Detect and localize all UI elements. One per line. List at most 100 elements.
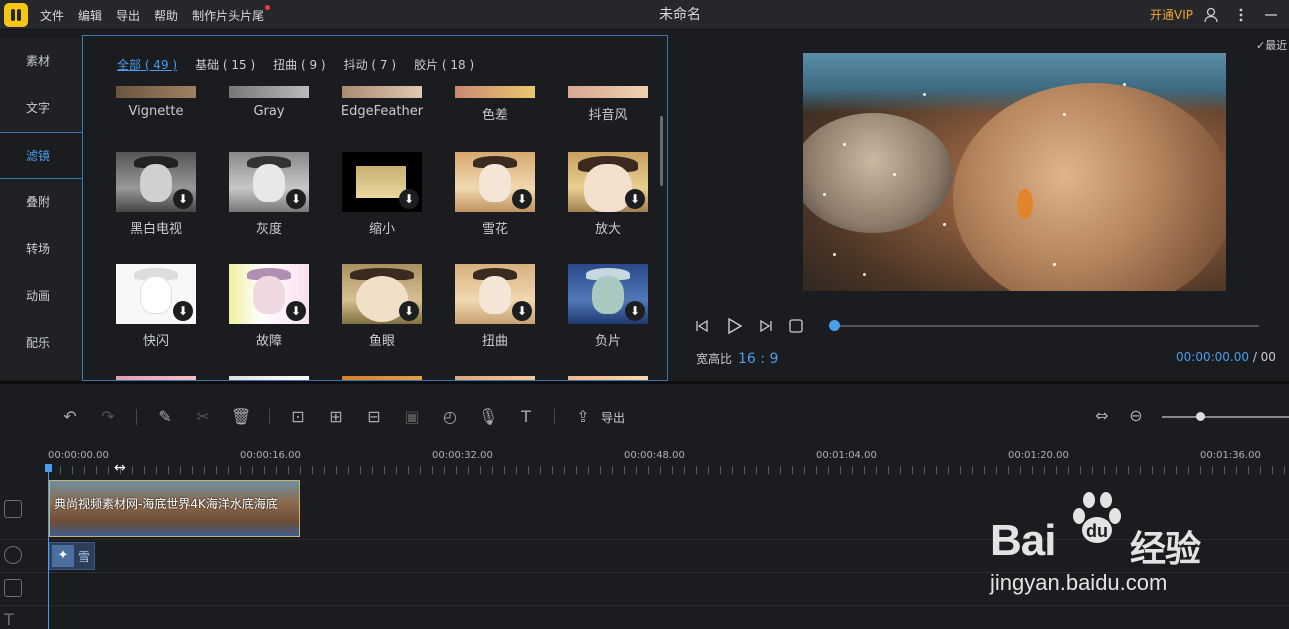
filter-tile-zoom[interactable]: ⬇ 放大: [568, 152, 648, 237]
check-circle-icon: ✓: [1256, 39, 1266, 52]
filter-tile-fisheye[interactable]: ⬇ 鱼眼: [342, 264, 422, 349]
menu-intro-outro-label: 制作片头片尾: [192, 8, 265, 23]
filter-label: 负片: [594, 334, 621, 349]
download-icon[interactable]: ⬇: [286, 301, 306, 321]
sidebar-item-media[interactable]: 素材: [0, 38, 82, 85]
filter-label: 故障: [255, 334, 282, 349]
export-icon: ⇪: [576, 407, 590, 426]
vip-button[interactable]: 开通VIP: [1150, 0, 1193, 30]
menu-edit[interactable]: 编辑: [78, 7, 102, 24]
ruler-label: 00:00:16.00: [240, 450, 301, 461]
download-icon[interactable]: ⬇: [399, 189, 419, 209]
filter-tile-flash[interactable]: ⬇ 快闪: [116, 264, 196, 349]
seek-knob[interactable]: [829, 320, 840, 331]
next-frame-icon[interactable]: [758, 318, 774, 334]
filter-clip[interactable]: ✦ 雪: [49, 542, 95, 570]
sidebar-item-music[interactable]: 配乐: [0, 320, 82, 367]
download-icon[interactable]: ⬇: [512, 189, 532, 209]
magic-wand-icon: ✦: [52, 545, 74, 567]
library-scrollbar[interactable]: [660, 96, 663, 380]
previous-frame-icon[interactable]: [694, 318, 710, 334]
video-track-header: [0, 478, 48, 539]
fit-width-icon[interactable]: ⇔: [1092, 406, 1112, 426]
text-to-speech-icon[interactable]: T: [516, 407, 536, 427]
category-distort[interactable]: 扭曲 ( 9 ): [273, 56, 325, 73]
sidebar-item-overlays[interactable]: 叠附: [0, 179, 82, 226]
download-icon[interactable]: ⬇: [625, 189, 645, 209]
freeze-frame-icon[interactable]: ▣: [402, 407, 422, 427]
film-icon: [4, 579, 22, 597]
filter-tile-grayscale[interactable]: ⬇ 灰度: [229, 152, 309, 237]
speed-clock-icon[interactable]: ◴: [440, 407, 460, 427]
sidebar-item-transitions[interactable]: 转场: [0, 226, 82, 273]
sidebar-item-animations[interactable]: 动画: [0, 273, 82, 320]
filter-circles-icon: [4, 546, 22, 564]
filter-thumbnail: ⬇: [568, 264, 648, 324]
download-icon[interactable]: ⬇: [173, 189, 193, 209]
filter-thumbnail: ⬇: [229, 152, 309, 212]
cut-scissors-icon[interactable]: ✂: [193, 407, 213, 427]
filter-thumb[interactable]: [568, 86, 648, 98]
category-shake[interactable]: 抖动 ( 7 ): [344, 56, 396, 73]
minimize-icon[interactable]: [1263, 7, 1279, 23]
undo-icon[interactable]: ↶: [60, 407, 80, 427]
filter-tile-snow[interactable]: ⬇ 雪花: [455, 152, 535, 237]
time-display: 00:00:00.00 / 00: [1176, 350, 1276, 364]
play-icon[interactable]: [724, 316, 744, 336]
download-icon[interactable]: ⬇: [173, 301, 193, 321]
sidebar-item-text[interactable]: 文字: [0, 85, 82, 132]
svg-text:du: du: [1086, 521, 1108, 541]
download-icon[interactable]: ⬇: [512, 301, 532, 321]
zoom-slider[interactable]: [1162, 412, 1289, 421]
menu-help[interactable]: 帮助: [154, 7, 178, 24]
sidebar-item-filters[interactable]: 滤镜: [0, 132, 82, 179]
menu-file[interactable]: 文件: [40, 7, 64, 24]
mosaic-icon[interactable]: ⊟: [364, 407, 384, 427]
delete-trash-icon[interactable]: 🗑: [231, 407, 251, 427]
panel-divider[interactable]: [0, 381, 1289, 384]
filter-thumb[interactable]: [116, 86, 196, 98]
filter-tile-distort[interactable]: ⬇ 扭曲: [455, 264, 535, 349]
export-button[interactable]: ⇪ 导出: [573, 407, 625, 427]
timeline-ruler[interactable]: 00:00:00.00 00:00:16.00 00:00:32.00 00:0…: [48, 446, 1289, 476]
filter-thumb[interactable]: [342, 86, 422, 98]
download-icon[interactable]: ⬇: [286, 189, 306, 209]
recent-toggle[interactable]: ✓最近: [1256, 37, 1287, 53]
filter-categories: 全部 ( 49 ) 基础 ( 15 ) 扭曲 ( 9 ) 抖动 ( 7 ) 胶片…: [117, 56, 474, 73]
edit-pencil-icon[interactable]: ✎: [155, 407, 175, 427]
resize-icon[interactable]: ⊞: [326, 407, 346, 427]
fish-in-preview: [1017, 189, 1033, 219]
filter-tile-glitch[interactable]: ⬇ 故障: [229, 264, 309, 349]
download-icon[interactable]: ⬇: [399, 301, 419, 321]
filter-tile-bw-tv[interactable]: ⬇ 黑白电视: [116, 152, 196, 237]
scrollbar-thumb[interactable]: [660, 116, 663, 186]
category-basic[interactable]: 基础 ( 15 ): [195, 56, 255, 73]
category-film[interactable]: 胶片 ( 18 ): [414, 56, 474, 73]
playhead[interactable]: [45, 464, 52, 629]
stop-icon[interactable]: [788, 318, 804, 334]
category-all[interactable]: 全部 ( 49 ): [117, 56, 177, 73]
filter-thumbnail: ⬇: [116, 152, 196, 212]
filter-thumb[interactable]: [229, 86, 309, 98]
text-icon: T: [4, 610, 14, 629]
more-options-icon[interactable]: [1233, 7, 1249, 23]
seek-bar[interactable]: [829, 320, 1259, 331]
watermark-brand-right: 经验: [1130, 528, 1201, 569]
menu-export[interactable]: 导出: [116, 7, 140, 24]
ruler-label: 00:00:48.00: [624, 450, 685, 461]
filter-thumb[interactable]: [455, 86, 535, 98]
menu-intro-outro[interactable]: 制作片头片尾: [192, 4, 271, 24]
crop-icon[interactable]: ⊡: [288, 407, 308, 427]
zoom-slider-knob[interactable]: [1196, 412, 1205, 421]
microphone-icon[interactable]: 🎙: [478, 407, 498, 427]
zoom-out-icon[interactable]: ⊖: [1126, 406, 1146, 426]
filter-tile-negative[interactable]: ⬇ 负片: [568, 264, 648, 349]
video-clip[interactable]: 典尚视频素材网-海底世界4K海洋水底海底: [49, 480, 300, 537]
user-icon[interactable]: [1203, 7, 1219, 23]
filter-label: 黑白电视: [129, 222, 182, 237]
aspect-value[interactable]: 16 : 9: [738, 351, 778, 367]
redo-icon[interactable]: ↷: [98, 407, 118, 427]
download-icon[interactable]: ⬇: [625, 301, 645, 321]
filter-tile-shrink[interactable]: ⬇ 缩小: [342, 152, 422, 237]
video-preview[interactable]: [803, 53, 1226, 291]
